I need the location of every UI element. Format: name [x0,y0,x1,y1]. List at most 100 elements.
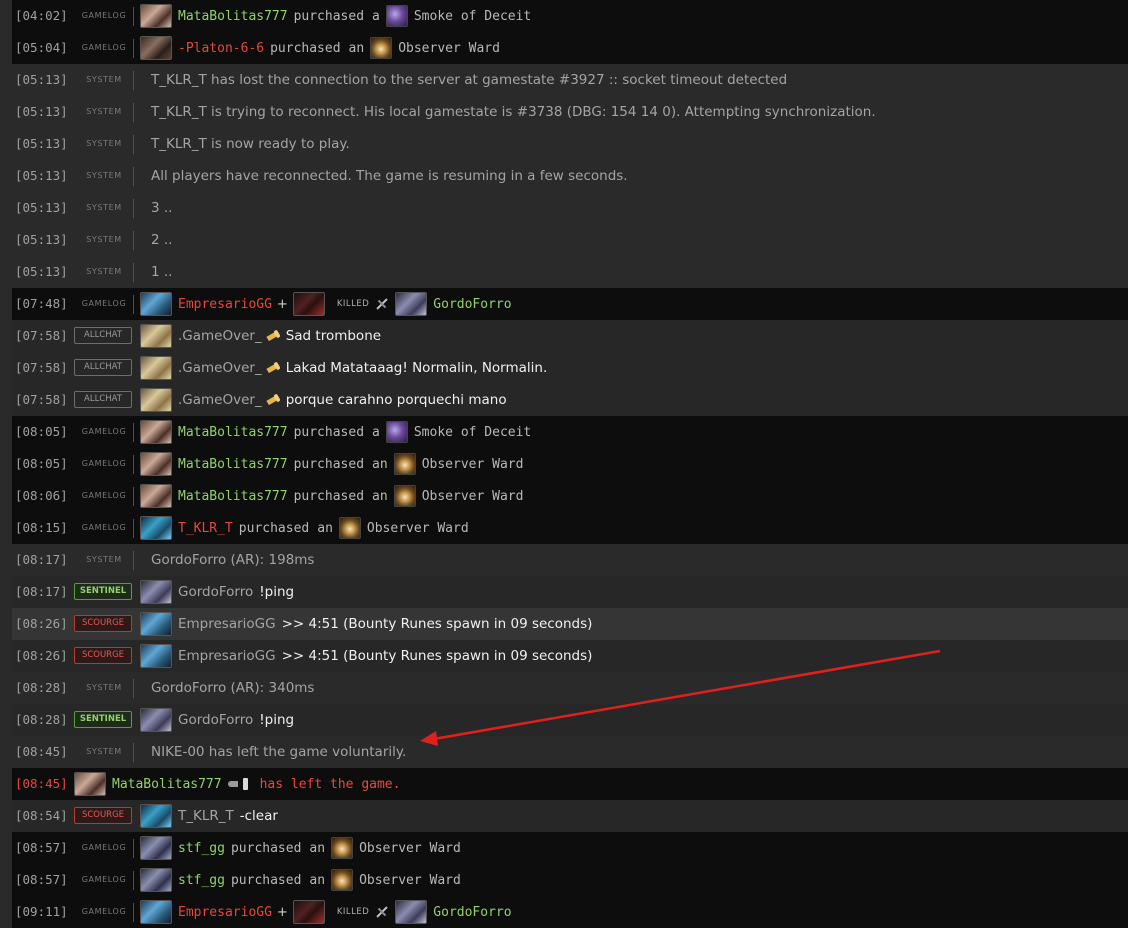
log-row: [07:48] GAMELOG EmpresarioGG + KILLED GordoFo… [12,288,1128,320]
player-name[interactable]: MataBolitas777 [178,425,288,440]
ward-icon [393,453,416,475]
sword-icon [375,297,389,311]
log-row: [05:13] SYSTEM 2 .. [12,224,1128,256]
channel-badge: ALLCHAT [74,359,132,376]
chat-message: Lakad Matataaag! Normalin, Normalin. [285,360,548,376]
channel-badge: ALLCHAT [74,327,132,344]
divider [133,871,134,890]
hero-avatar [140,36,172,60]
row-content: EmpresarioGG + KILLED GordoForro [140,896,512,928]
item-name: Observer Ward [398,40,500,56]
timestamp: [05:13] [15,200,68,215]
timestamp: [08:45] [15,744,68,759]
player-name[interactable]: EmpresarioGG [178,648,276,664]
player-name[interactable]: EmpresarioGG [178,616,276,632]
log-row: [08:06] GAMELOG MataBolitas777 purchased an O… [12,480,1128,512]
player-name[interactable]: .GameOver_ [178,392,262,408]
channel-tag: SYSTEM [86,267,122,276]
player-name[interactable]: EmpresarioGG [178,297,272,312]
row-content: .GameOver_ porque carahno porquechi mano [140,384,507,416]
player-name[interactable]: GordoForro [178,584,253,600]
row-content: .GameOver_ Lakad Matataaag! Normalin, Nor… [140,352,547,384]
log-row: [08:17] SENTINEL GordoForro !ping [12,576,1128,608]
timestamp: [08:57] [15,872,68,887]
row-content: MataBolitas777 purchased an Observer Ward [140,448,523,480]
trombone-icon [266,393,280,407]
timestamp: [09:11] [15,904,68,919]
chat-message: !ping [259,584,295,600]
item-name: Smoke of Deceit [413,424,532,440]
log-row: [05:13] SYSTEM T_KLR_T is now ready to pla… [12,128,1128,160]
hero-avatar [140,452,172,476]
timestamp: [05:04] [15,40,68,55]
victim-name[interactable]: GordoForro [433,905,511,920]
divider [133,7,134,26]
player-name[interactable]: -Platon-6-6 [178,41,264,56]
game-log: [04:02] GAMELOG MataBolitas777 purchased a Sm… [0,0,1128,928]
log-row: [05:13] SYSTEM 1 .. [12,256,1128,288]
channel-tag: SYSTEM [86,555,122,564]
channel-badge: ALLCHAT [74,391,132,408]
channel-tag: SYSTEM [86,235,122,244]
player-name[interactable]: GordoForro [178,712,253,728]
player-name[interactable]: EmpresarioGG [178,905,272,920]
divider [133,263,134,282]
divider [133,167,134,186]
article: an [348,40,365,56]
ward-icon [331,837,354,859]
log-row: [09:11] GAMELOG EmpresarioGG + KILLED GordoFo… [12,896,1128,928]
player-name[interactable]: T_KLR_T [178,521,233,536]
chat-message: !ping [259,712,295,728]
player-name[interactable]: stf_gg [178,841,225,856]
action-verb: purchased [293,8,365,24]
channel-tag: SYSTEM [86,747,122,756]
row-content: MataBolitas777 purchased an Observer Ward [140,480,523,512]
channel-tag: SYSTEM [86,75,122,84]
hero-avatar [140,836,172,860]
killed-label: KILLED [336,907,370,917]
victim-name[interactable]: GordoForro [433,297,511,312]
channel-tag: GAMELOG [81,491,127,500]
timestamp: [05:13] [15,104,68,119]
hero-avatar [74,772,106,796]
log-row: [05:04] GAMELOG -Platon-6-6 purchased an Obse… [12,32,1128,64]
timestamp: [07:58] [15,360,68,375]
system-message: T_KLR_T has lost the connection to the s… [151,72,788,88]
player-name[interactable]: MataBolitas777 [112,777,222,792]
channel-tag: SYSTEM [86,107,122,116]
hero-avatar [140,708,172,732]
channel-badge: SENTINEL [74,711,132,728]
player-name[interactable]: .GameOver_ [178,360,262,376]
system-message: 1 .. [151,264,173,280]
action-verb: purchased [270,40,341,56]
article: an [309,840,326,856]
chat-message: -clear [239,808,278,824]
system-message: GordoForro (AR): 198ms [151,552,315,568]
victim-avatar [395,900,428,924]
hero-avatar [140,900,172,924]
divider [133,39,134,58]
player-name[interactable]: .GameOver_ [178,328,262,344]
player-name[interactable]: MataBolitas777 [178,457,288,472]
channel-tag: GAMELOG [81,907,127,916]
ward-icon [393,485,416,507]
item-name: Observer Ward [366,520,469,536]
player-name[interactable]: stf_gg [178,873,225,888]
timestamp: [08:06] [15,488,68,503]
system-message: GordoForro (AR): 340ms [151,680,315,696]
divider [133,519,134,538]
timestamp: [08:57] [15,840,68,855]
channel-tag: GAMELOG [81,299,127,308]
action-verb: purchased [293,424,365,440]
action-verb: purchased [293,488,365,504]
timestamp: [08:26] [15,616,68,631]
smoke-icon [385,421,408,443]
hero-avatar [140,612,172,636]
player-name[interactable]: MataBolitas777 [178,489,288,504]
timestamp: [07:58] [15,328,68,343]
row-content: -Platon-6-6 purchased an Observer Ward [140,32,500,64]
player-name[interactable]: MataBolitas777 [178,9,288,24]
player-name[interactable]: T_KLR_T [178,808,234,824]
channel-tag: GAMELOG [81,843,127,852]
log-row: [05:13] SYSTEM All players have reconnecte… [12,160,1128,192]
